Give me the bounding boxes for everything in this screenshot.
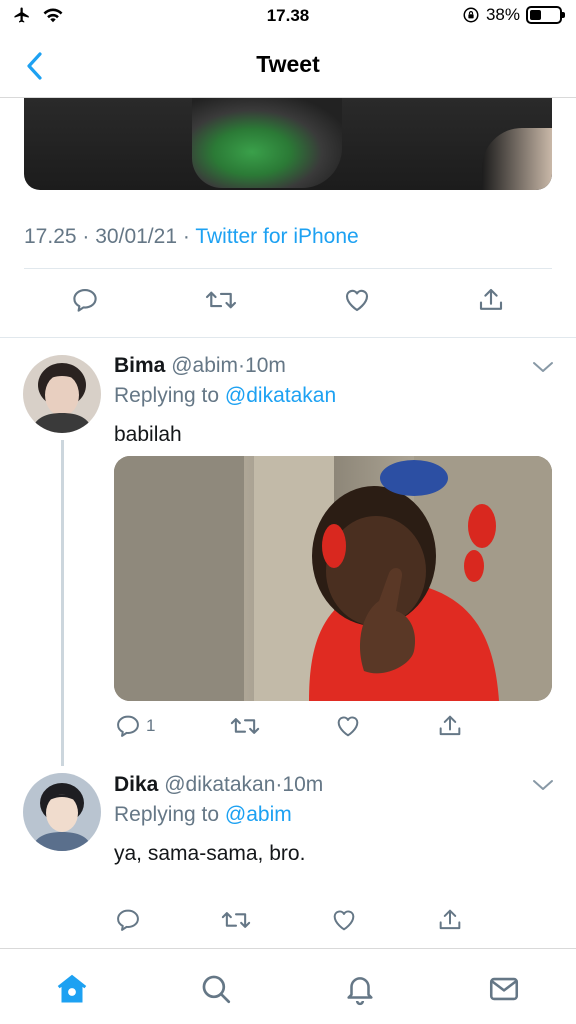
share-button[interactable] [436,712,464,740]
retweet-button[interactable] [229,712,261,740]
reply-actions [114,906,464,934]
tweet-meta: 17.25 · 30/01/21 · Twitter for iPhone [24,225,359,249]
chevron-down-icon[interactable] [532,778,554,792]
tab-search[interactable] [196,969,236,1009]
share-button[interactable] [436,906,464,934]
tweet-date: 30/01/21 [95,225,177,248]
battery-icon [526,6,565,24]
avatar-photo [23,773,101,851]
image-content [114,456,552,701]
reply-button[interactable] [70,285,100,315]
share-icon [439,715,461,736]
reply-button[interactable]: 1 [114,712,155,740]
avatar-photo [23,355,101,433]
heart-icon [333,910,355,931]
status-right: 38% [462,5,565,25]
heart-icon [338,716,359,737]
reply-actions: 1 [114,712,464,740]
meta-separator: · [82,225,90,248]
user-handle[interactable]: @dikatakan [164,773,275,796]
tweet-age: 10m [245,354,286,377]
share-button[interactable] [476,285,506,315]
home-icon [57,974,87,1003]
retweet-button[interactable] [204,285,238,315]
chevron-down-icon[interactable] [532,360,554,374]
divider [24,268,552,269]
tweet-actions [70,285,506,315]
tab-messages[interactable] [484,969,524,1009]
reply-button[interactable] [114,906,142,934]
reply-icon [117,715,139,737]
replying-to: Replying to @dikatakan [114,384,336,408]
reply-count: 1 [146,716,156,735]
retweet-icon [205,291,237,309]
user-handle[interactable]: @abim [171,354,238,377]
orientation-lock-icon [463,7,479,23]
avatar[interactable] [23,773,101,851]
mention-link[interactable]: @dikatakan [225,384,336,407]
reply-icon [73,288,97,312]
nav-bar: Tweet [0,34,576,98]
tweet-text: ya, sama-sama, bro. [114,842,306,865]
tab-bar [0,948,576,1024]
reply-icon [117,909,139,931]
tweet-media-image[interactable] [24,98,552,190]
heart-icon [345,289,369,312]
retweet-icon [221,912,251,928]
avatar[interactable] [23,355,101,433]
share-icon [439,909,461,930]
like-button[interactable] [342,285,372,315]
tweet-source-link[interactable]: Twitter for iPhone [195,225,358,248]
reply-header: Dika @dikatakan·10m [114,773,323,797]
tweet-text: babilah [114,423,182,446]
mention-link[interactable]: @abim [225,803,292,826]
replying-to-label: Replying to [114,384,220,407]
image-content [192,98,342,188]
battery-level [530,10,541,20]
replying-to-label: Replying to [114,803,220,826]
divider [0,337,576,338]
tweet-media-image[interactable] [114,456,552,701]
display-name[interactable]: Bima [114,354,165,377]
image-content [482,128,552,190]
tab-notifications[interactable] [340,969,380,1009]
tab-home[interactable] [52,969,92,1009]
battery-percent: 38% [485,5,520,24]
reply-header: Bima @abim·10m [114,354,286,378]
retweet-button[interactable] [220,906,252,934]
meta-separator: · [238,354,246,377]
like-button[interactable] [330,906,358,934]
thread-line [61,440,64,766]
notifications-icon [347,977,373,1006]
meta-separator: · [182,225,190,248]
messages-icon [489,977,519,1001]
status-bar: 17.38 38% [0,0,576,34]
share-icon [479,288,503,310]
tweet-age: 10m [282,773,324,796]
replying-to: Replying to @abim [114,803,292,827]
display-name[interactable]: Dika [114,773,158,796]
search-icon [202,975,231,1004]
like-button[interactable] [334,712,362,740]
tweet-time: 17.25 [24,225,77,248]
page-title: Tweet [256,51,320,77]
retweet-icon [230,718,260,734]
